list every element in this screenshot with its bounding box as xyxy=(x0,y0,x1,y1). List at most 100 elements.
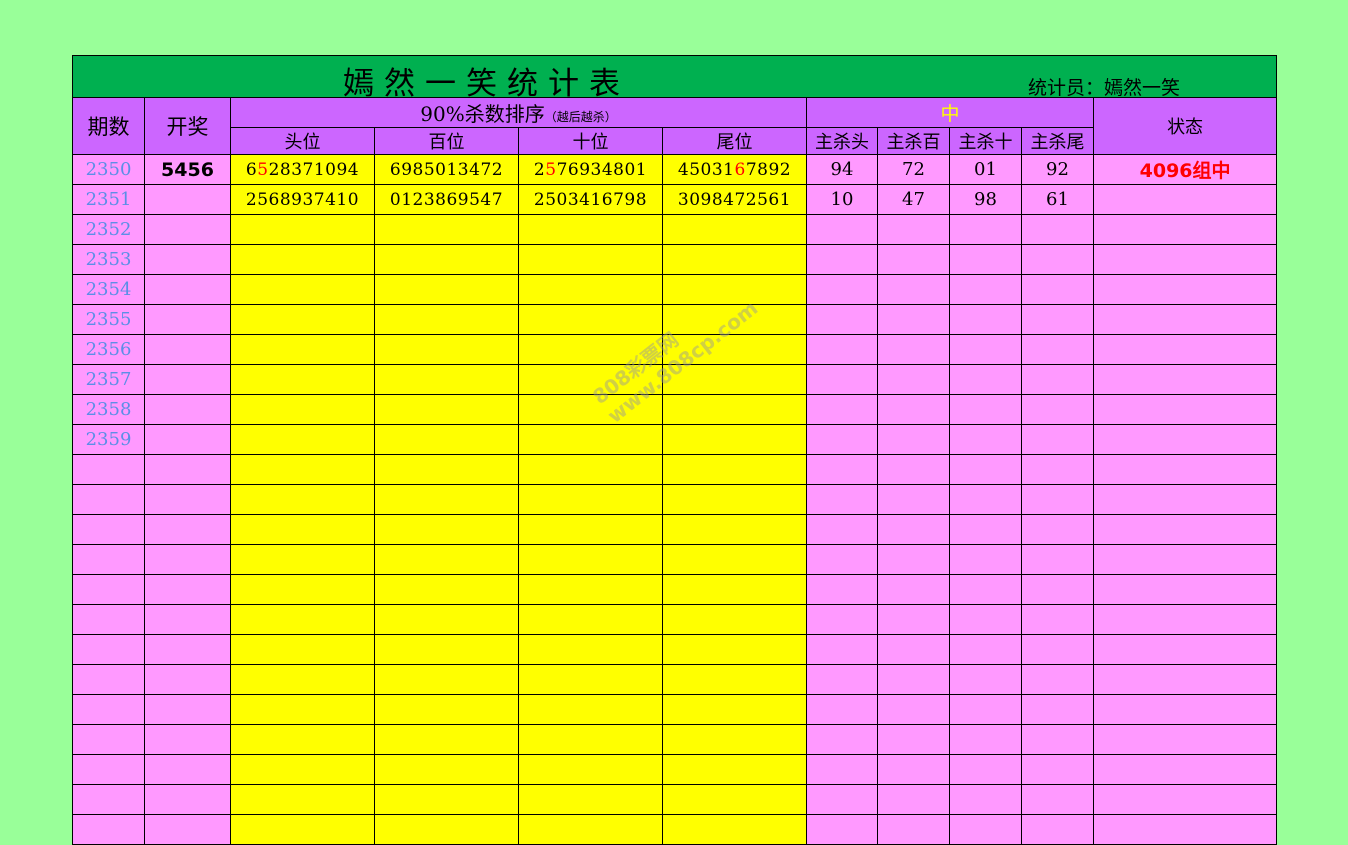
kill-sequence-cell[interactable] xyxy=(662,544,807,575)
main-kill-cell[interactable] xyxy=(1021,304,1094,335)
kill-sequence-cell[interactable] xyxy=(518,514,663,545)
main-kill-cell[interactable] xyxy=(949,544,1022,575)
period-cell[interactable]: 2354 xyxy=(72,274,145,305)
main-kill-cell[interactable] xyxy=(949,334,1022,365)
status-cell[interactable] xyxy=(1092,634,1278,665)
kill-sequence-cell[interactable] xyxy=(662,724,807,755)
kill-sequence-cell[interactable] xyxy=(662,364,807,395)
main-kill-cell[interactable] xyxy=(877,274,950,305)
main-kill-cell[interactable] xyxy=(877,574,950,605)
kill-sequence-cell[interactable] xyxy=(662,334,807,365)
kill-sequence-cell[interactable] xyxy=(518,814,663,845)
draw-cell[interactable] xyxy=(144,634,231,665)
main-kill-cell[interactable] xyxy=(877,424,950,455)
status-cell[interactable] xyxy=(1092,394,1278,425)
status-cell[interactable] xyxy=(1092,274,1278,305)
period-cell[interactable]: 2358 xyxy=(72,394,145,425)
main-kill-cell[interactable] xyxy=(806,724,878,755)
kill-sequence-cell[interactable] xyxy=(518,484,663,515)
kill-sequence-cell[interactable] xyxy=(374,544,519,575)
kill-sequence-cell[interactable] xyxy=(518,784,663,815)
kill-sequence-cell[interactable] xyxy=(374,244,519,275)
period-cell[interactable] xyxy=(72,604,145,635)
draw-cell[interactable]: 5456 xyxy=(144,154,231,185)
kill-sequence-cell[interactable] xyxy=(374,604,519,635)
draw-cell[interactable] xyxy=(144,274,231,305)
main-kill-cell[interactable] xyxy=(877,514,950,545)
kill-sequence-cell[interactable] xyxy=(662,694,807,725)
kill-sequence-cell[interactable] xyxy=(662,304,807,335)
period-cell[interactable] xyxy=(72,544,145,575)
main-kill-cell[interactable] xyxy=(877,544,950,575)
kill-sequence-cell[interactable] xyxy=(662,604,807,635)
status-cell[interactable] xyxy=(1092,544,1278,575)
kill-sequence-cell[interactable] xyxy=(374,424,519,455)
status-cell[interactable] xyxy=(1092,304,1278,335)
kill-sequence-cell[interactable] xyxy=(374,334,519,365)
kill-sequence-cell[interactable] xyxy=(662,634,807,665)
main-kill-cell[interactable] xyxy=(1021,424,1094,455)
draw-cell[interactable] xyxy=(144,304,231,335)
main-kill-cell[interactable] xyxy=(949,604,1022,635)
draw-cell[interactable] xyxy=(144,214,231,245)
kill-sequence-cell[interactable] xyxy=(374,304,519,335)
kill-sequence-cell[interactable] xyxy=(662,814,807,845)
kill-sequence-cell[interactable] xyxy=(230,634,375,665)
main-kill-cell[interactable] xyxy=(877,784,950,815)
kill-sequence-cell[interactable] xyxy=(230,424,375,455)
kill-sequence-cell[interactable] xyxy=(518,694,663,725)
kill-sequence-cell[interactable] xyxy=(662,574,807,605)
kill-sequence-cell[interactable] xyxy=(230,454,375,485)
kill-sequence-cell[interactable] xyxy=(518,664,663,695)
kill-sequence-cell[interactable] xyxy=(374,634,519,665)
period-cell[interactable] xyxy=(72,814,145,845)
kill-sequence-cell[interactable] xyxy=(230,574,375,605)
main-kill-cell[interactable] xyxy=(877,244,950,275)
main-kill-cell[interactable] xyxy=(949,724,1022,755)
period-cell[interactable] xyxy=(72,724,145,755)
status-cell[interactable] xyxy=(1092,334,1278,365)
kill-sequence-cell[interactable] xyxy=(518,274,663,305)
main-kill-cell[interactable]: 92 xyxy=(1021,154,1094,185)
main-kill-cell[interactable] xyxy=(806,274,878,305)
period-cell[interactable] xyxy=(72,514,145,545)
period-cell[interactable]: 2357 xyxy=(72,364,145,395)
kill-sequence-cell[interactable] xyxy=(662,244,807,275)
draw-cell[interactable] xyxy=(144,784,231,815)
main-kill-cell[interactable] xyxy=(1021,634,1094,665)
main-kill-cell[interactable] xyxy=(806,544,878,575)
main-kill-cell[interactable] xyxy=(949,364,1022,395)
kill-sequence-cell[interactable]: 4503167892 xyxy=(662,154,807,185)
kill-sequence-cell[interactable] xyxy=(662,424,807,455)
kill-sequence-cell[interactable] xyxy=(518,574,663,605)
main-kill-cell[interactable] xyxy=(877,604,950,635)
kill-sequence-cell[interactable] xyxy=(518,214,663,245)
main-kill-cell[interactable] xyxy=(1021,544,1094,575)
kill-sequence-cell[interactable] xyxy=(518,334,663,365)
main-kill-cell[interactable] xyxy=(1021,574,1094,605)
period-cell[interactable] xyxy=(72,694,145,725)
kill-sequence-cell[interactable]: 6528371094 xyxy=(230,154,375,185)
status-cell[interactable] xyxy=(1092,244,1278,275)
kill-sequence-cell[interactable] xyxy=(230,274,375,305)
kill-sequence-cell[interactable]: 2503416798 xyxy=(518,184,663,215)
main-kill-cell[interactable] xyxy=(949,784,1022,815)
main-kill-cell[interactable] xyxy=(949,814,1022,845)
main-kill-cell[interactable] xyxy=(1021,784,1094,815)
main-kill-cell[interactable] xyxy=(806,784,878,815)
status-cell[interactable] xyxy=(1092,514,1278,545)
main-kill-cell[interactable] xyxy=(949,424,1022,455)
kill-sequence-cell[interactable]: 6985013472 xyxy=(374,154,519,185)
draw-cell[interactable] xyxy=(144,184,231,215)
kill-sequence-cell[interactable] xyxy=(374,274,519,305)
draw-cell[interactable] xyxy=(144,814,231,845)
kill-sequence-cell[interactable] xyxy=(230,694,375,725)
draw-cell[interactable] xyxy=(144,754,231,785)
main-kill-cell[interactable] xyxy=(806,514,878,545)
main-kill-cell[interactable] xyxy=(1021,334,1094,365)
kill-sequence-cell[interactable] xyxy=(518,544,663,575)
kill-sequence-cell[interactable] xyxy=(230,304,375,335)
kill-sequence-cell[interactable] xyxy=(662,214,807,245)
status-cell[interactable] xyxy=(1092,604,1278,635)
main-kill-cell[interactable] xyxy=(949,394,1022,425)
